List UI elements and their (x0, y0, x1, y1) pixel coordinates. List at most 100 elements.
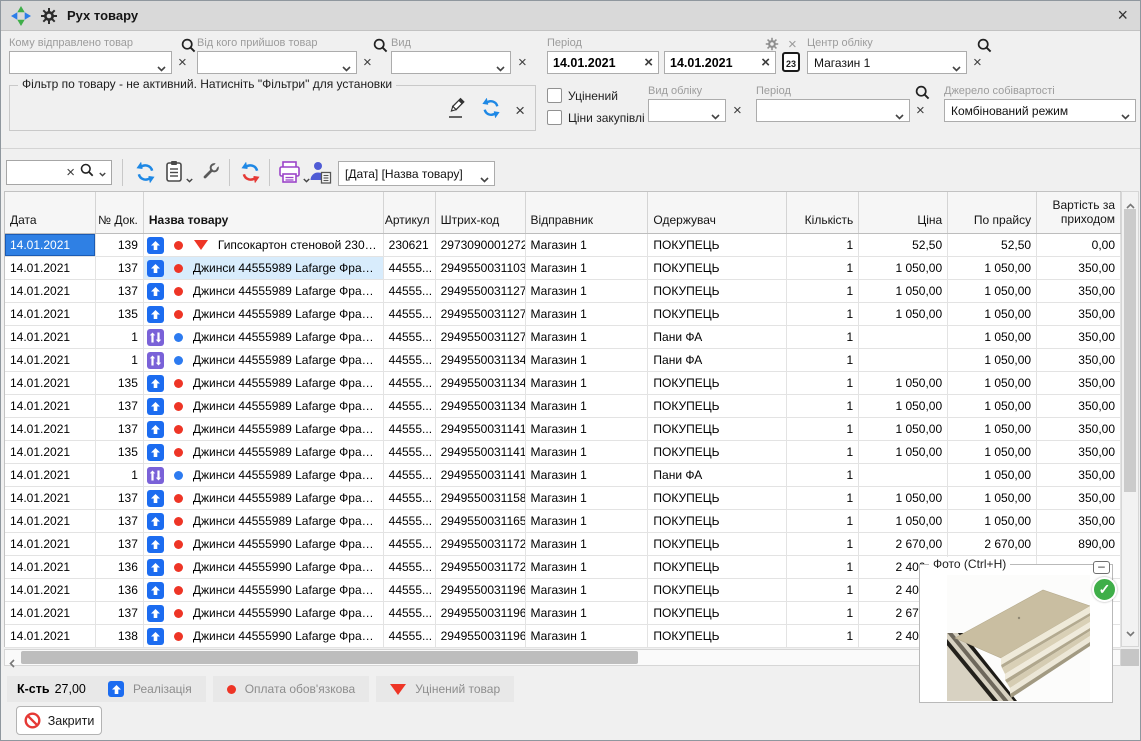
vertical-scroll-thumb[interactable] (1124, 209, 1136, 492)
sent-to-select[interactable] (9, 51, 172, 74)
cell-article[interactable]: 230621 (384, 234, 436, 256)
cell-barcode[interactable]: 2949550031127 (436, 303, 526, 325)
cell-article[interactable]: 44555... (384, 579, 436, 601)
photo-ok-check-icon[interactable]: ✓ (1092, 577, 1117, 602)
refresh-filter-icon[interactable] (481, 98, 501, 123)
cell-product-name[interactable]: Гипсокартон стеновой 23062... (144, 234, 384, 256)
cell-barcode[interactable]: 2949550031196 (436, 625, 526, 647)
cell-article[interactable]: 44555... (384, 372, 436, 394)
cell-sender[interactable]: Магазин 1 (526, 418, 649, 440)
cell-quantity[interactable]: 1 (787, 326, 859, 348)
cell-cost-income[interactable]: 350,00 (1037, 257, 1121, 279)
cell-date[interactable]: 14.01.2021 (5, 510, 96, 532)
cell-price-by-list[interactable]: 1 050,00 (948, 326, 1037, 348)
search-icon[interactable] (80, 163, 94, 182)
table-row[interactable]: 14.01.2021137Джинси 44555989 Lafarge Фра… (5, 280, 1121, 303)
cell-product-name[interactable]: Джинси 44555989 Lafarge Франці... (144, 395, 384, 417)
cell-cost-income[interactable]: 350,00 (1037, 303, 1121, 325)
cell-date[interactable]: 14.01.2021 (5, 280, 96, 302)
cell-receiver[interactable]: ПОКУПЕЦЬ (648, 280, 787, 302)
cell-receiver[interactable]: ПОКУПЕЦЬ (648, 441, 787, 463)
gear-icon[interactable] (40, 7, 58, 25)
cell-barcode[interactable]: 2949550031172 (436, 556, 526, 578)
cell-price-by-list[interactable]: 1 050,00 (948, 464, 1037, 486)
cell-date[interactable]: 14.01.2021 (5, 303, 96, 325)
cell-receiver[interactable]: Пани ФА (648, 464, 787, 486)
cell-price-by-list[interactable]: 1 050,00 (948, 418, 1037, 440)
column-header-qty[interactable]: Кількість (787, 192, 859, 233)
cell-price[interactable] (859, 349, 948, 371)
cell-cost-income[interactable]: 350,00 (1037, 510, 1121, 532)
scroll-left-icon[interactable] (9, 655, 15, 673)
cell-cost-income[interactable]: 350,00 (1037, 326, 1121, 348)
purchase-prices-checkbox[interactable] (547, 110, 562, 125)
cell-price-by-list[interactable]: 1 050,00 (948, 395, 1037, 417)
cell-receiver[interactable]: ПОКУПЕЦЬ (648, 395, 787, 417)
cell-product-name[interactable]: Джинси 44555989 Lafarge Франці... (144, 326, 384, 348)
cell-receiver[interactable]: ПОКУПЕЦЬ (648, 303, 787, 325)
cell-date[interactable]: 14.01.2021 (5, 418, 96, 440)
cell-price[interactable]: 1 050,00 (859, 418, 948, 440)
date-clear-icon[interactable]: × (761, 56, 770, 70)
cell-doc-number[interactable]: 137 (96, 533, 144, 555)
cell-article[interactable]: 44555... (384, 257, 436, 279)
cell-barcode[interactable]: 2949550031141 (436, 441, 526, 463)
cell-price[interactable]: 1 050,00 (859, 257, 948, 279)
cell-cost-income[interactable]: 0,00 (1037, 234, 1121, 256)
center-select[interactable]: Магазин 1 (807, 51, 967, 74)
cell-article[interactable]: 44555... (384, 533, 436, 555)
window-close-button[interactable]: × (1117, 5, 1128, 25)
settings-wrench-button[interactable] (199, 161, 221, 183)
cell-article[interactable]: 44555... (384, 349, 436, 371)
search-options-chevron-icon[interactable] (99, 164, 106, 182)
cell-product-name[interactable]: Джинси 44555990 Lafarge Франці... (144, 602, 384, 624)
cell-price[interactable]: 1 050,00 (859, 395, 948, 417)
cell-sender[interactable]: Магазин 1 (526, 326, 649, 348)
sent-to-clear-button[interactable]: × (178, 56, 187, 70)
table-row[interactable]: 14.01.2021137Джинси 44555989 Lafarge Фра… (5, 487, 1121, 510)
cell-quantity[interactable]: 1 (787, 441, 859, 463)
kind-clear-button[interactable]: × (518, 56, 527, 70)
table-row[interactable]: 14.01.2021135Джинси 44555989 Lafarge Фра… (5, 303, 1121, 326)
search-clear-icon[interactable]: × (66, 166, 75, 180)
cell-quantity[interactable]: 1 (787, 602, 859, 624)
cell-price-by-list[interactable]: 1 050,00 (948, 441, 1037, 463)
cell-sender[interactable]: Магазин 1 (526, 487, 649, 509)
cell-receiver[interactable]: Пани ФА (648, 349, 787, 371)
table-row[interactable]: 14.01.2021139Гипсокартон стеновой 23062.… (5, 234, 1121, 257)
cell-date[interactable]: 14.01.2021 (5, 326, 96, 348)
received-from-select[interactable] (197, 51, 357, 74)
cell-barcode[interactable]: 2949550031196 (436, 602, 526, 624)
cell-sender[interactable]: Магазин 1 (526, 234, 649, 256)
column-header-barcode[interactable]: Штрих-код (436, 192, 526, 233)
cell-price-by-list[interactable]: 1 050,00 (948, 257, 1037, 279)
cell-price[interactable]: 1 050,00 (859, 303, 948, 325)
cell-receiver[interactable]: ПОКУПЕЦЬ (648, 510, 787, 532)
table-row[interactable]: 14.01.2021135Джинси 44555989 Lafarge Фра… (5, 441, 1121, 464)
cell-sender[interactable]: Магазин 1 (526, 303, 649, 325)
column-header-name[interactable]: Назва товару (144, 192, 384, 233)
calendar-icon[interactable]: 23 (782, 52, 800, 72)
cell-date[interactable]: 14.01.2021 (5, 579, 96, 601)
cell-price-by-list[interactable]: 1 050,00 (948, 280, 1037, 302)
cell-date[interactable]: 14.01.2021 (5, 464, 96, 486)
cell-product-name[interactable]: Джинси 44555990 Lafarge Франці... (144, 533, 384, 555)
cell-article[interactable]: 44555... (384, 418, 436, 440)
cell-cost-income[interactable]: 350,00 (1037, 280, 1121, 302)
account-kind-clear-button[interactable]: × (733, 104, 742, 118)
cell-date[interactable]: 14.01.2021 (5, 395, 96, 417)
table-row[interactable]: 14.01.2021137Джинси 44555990 Lafarge Фра… (5, 533, 1121, 556)
cell-price[interactable]: 1 050,00 (859, 372, 948, 394)
cell-quantity[interactable]: 1 (787, 234, 859, 256)
cell-barcode[interactable]: 2949550031196 (436, 579, 526, 601)
cell-price-by-list[interactable]: 1 050,00 (948, 510, 1037, 532)
cell-product-name[interactable]: Джинси 44555989 Lafarge Франці... (144, 464, 384, 486)
cell-quantity[interactable]: 1 (787, 395, 859, 417)
cell-date[interactable]: 14.01.2021 (5, 257, 96, 279)
cell-date[interactable]: 14.01.2021 (5, 372, 96, 394)
cell-barcode[interactable]: 2949550031141 (436, 464, 526, 486)
cell-price[interactable] (859, 464, 948, 486)
cell-sender[interactable]: Магазин 1 (526, 395, 649, 417)
table-row[interactable]: 14.01.2021137Джинси 44555989 Lafarge Фра… (5, 257, 1121, 280)
clear-filter-icon[interactable]: × (515, 104, 525, 118)
